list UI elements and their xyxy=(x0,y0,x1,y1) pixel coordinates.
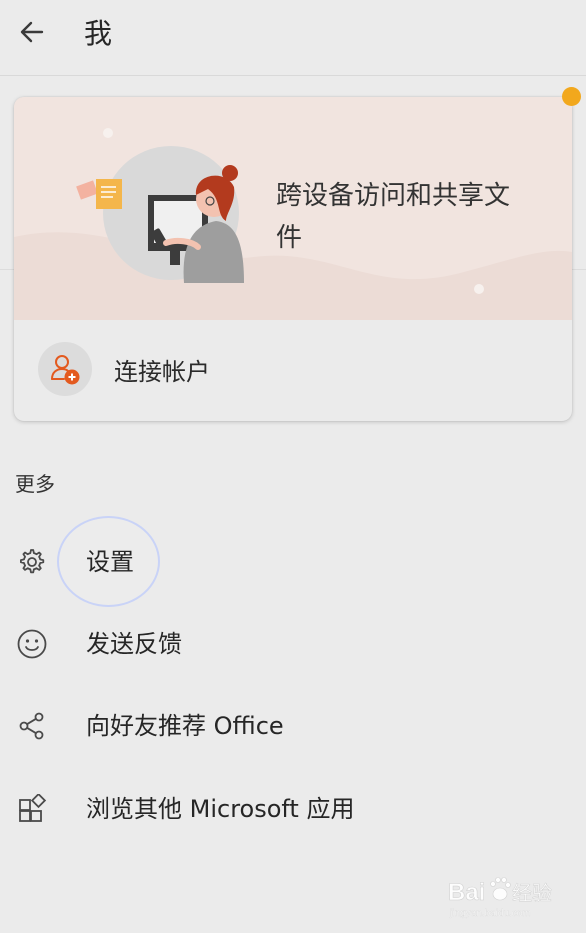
apps-icon xyxy=(19,794,47,822)
back-button[interactable] xyxy=(14,14,50,50)
share-icon xyxy=(19,712,44,740)
connect-account-label: 连接帐户 xyxy=(114,358,210,386)
watermark-url: jingyan.baidu.com xyxy=(449,908,531,919)
smiley-icon xyxy=(17,629,47,659)
baidu-logo: Bai 经验 jingyan.baidu.com xyxy=(448,877,552,919)
menu-item-settings[interactable]: 设置 xyxy=(0,530,586,594)
section-title-more: 更多 xyxy=(15,472,55,496)
notification-dot xyxy=(562,87,581,106)
person-illustration xyxy=(76,146,244,283)
menu-item-browse-apps[interactable]: 浏览其他 Microsoft 应用 xyxy=(0,777,586,841)
menu-item-recommend[interactable]: 向好友推荐 Office xyxy=(0,694,586,758)
svg-text:经验: 经验 xyxy=(512,881,552,905)
menu-label: 发送反馈 xyxy=(86,630,182,658)
account-card: 跨设备访问和共享文件 连接帐户 xyxy=(14,97,572,421)
add-person-icon xyxy=(51,355,80,385)
svg-text:Bai: Bai xyxy=(448,879,485,906)
menu-item-feedback[interactable]: 发送反馈 xyxy=(0,612,586,676)
menu-label: 浏览其他 Microsoft 应用 xyxy=(86,795,355,823)
watermark: Bai 经验 jingyan.baidu.com xyxy=(448,870,568,920)
page-title: 我 xyxy=(84,17,113,50)
menu-label: 设置 xyxy=(86,548,134,576)
banner-text: 跨设备访问和共享文件 xyxy=(276,181,511,253)
account-avatar xyxy=(38,342,92,396)
arrow-left-icon xyxy=(20,21,44,43)
connect-account-button[interactable]: 连接帐户 xyxy=(14,320,572,421)
app-header: 我 xyxy=(0,0,586,76)
gear-icon xyxy=(20,549,45,574)
account-banner: 跨设备访问和共享文件 xyxy=(14,97,572,320)
menu-label: 向好友推荐 Office xyxy=(86,712,284,740)
